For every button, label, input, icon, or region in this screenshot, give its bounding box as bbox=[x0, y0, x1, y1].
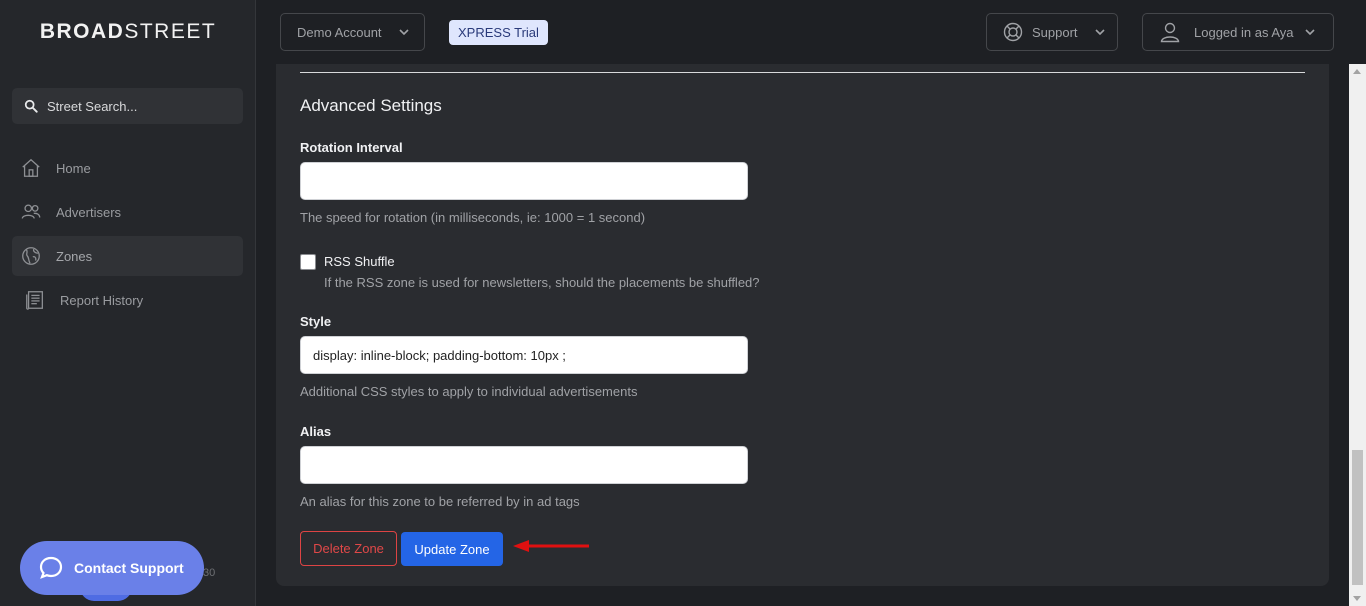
search-placeholder: Street Search... bbox=[47, 98, 138, 114]
sidebar-item-label: Advertisers bbox=[56, 204, 122, 220]
chat-bubble-icon bbox=[39, 556, 63, 579]
sidebar-item-label: Home bbox=[56, 160, 91, 176]
rotation-interval-help: The speed for rotation (in milliseconds,… bbox=[300, 210, 646, 225]
sidebar-item-home[interactable]: Home bbox=[12, 148, 243, 188]
rss-shuffle-checkbox[interactable] bbox=[300, 254, 316, 270]
globe-icon bbox=[22, 247, 40, 265]
search-icon bbox=[24, 99, 38, 113]
street-search[interactable]: Street Search... bbox=[12, 88, 243, 124]
user-dropdown[interactable]: Logged in as Aya bbox=[1142, 13, 1334, 51]
xpress-trial-badge[interactable]: XPRESS Trial bbox=[449, 20, 548, 45]
lifebuoy-icon bbox=[1003, 22, 1023, 42]
section-title: Advanced Settings bbox=[300, 96, 442, 115]
users-icon bbox=[21, 204, 41, 219]
sidebar-item-advertisers[interactable]: Advertisers bbox=[12, 192, 243, 232]
style-input[interactable] bbox=[300, 336, 748, 374]
user-icon bbox=[1160, 22, 1180, 43]
alias-label: Alias bbox=[300, 424, 332, 439]
scroll-thumb[interactable] bbox=[1352, 450, 1363, 585]
support-dropdown[interactable]: Support bbox=[986, 13, 1118, 51]
sidebar-item-label: Report History bbox=[60, 292, 144, 308]
section-divider bbox=[300, 72, 1305, 73]
page-scrollbar[interactable] bbox=[1349, 64, 1366, 606]
annotation-arrow-icon bbox=[513, 540, 589, 552]
zone-settings-card: Advanced Settings Rotation Interval The … bbox=[276, 64, 1329, 586]
rss-shuffle-label[interactable]: RSS Shuffle bbox=[324, 254, 395, 269]
style-help: Additional CSS styles to apply to indivi… bbox=[300, 384, 638, 399]
rotation-interval-input[interactable] bbox=[300, 162, 748, 200]
brand-logo-part1: BROAD bbox=[39, 20, 125, 43]
account-dropdown[interactable]: Demo Account bbox=[280, 13, 425, 51]
chevron-down-icon bbox=[398, 29, 409, 36]
version-text: 30 bbox=[203, 567, 216, 579]
top-header: Demo Account XPRESS Trial Support Logged… bbox=[256, 0, 1366, 64]
home-icon bbox=[22, 158, 40, 177]
brand-logo[interactable]: BROADSTREET bbox=[0, 20, 256, 44]
style-label: Style bbox=[300, 314, 332, 329]
sidebar: BROADSTREET Street Search... Home Advert… bbox=[0, 0, 256, 606]
rss-shuffle-help: If the RSS zone is used for newsletters,… bbox=[324, 275, 760, 290]
scroll-down-arrow-icon[interactable] bbox=[1353, 596, 1361, 601]
sidebar-item-zones[interactable]: Zones bbox=[12, 236, 243, 276]
alias-help: An alias for this zone to be referred by… bbox=[300, 494, 580, 509]
user-label: Logged in as Aya bbox=[1194, 24, 1294, 40]
account-label: Demo Account bbox=[297, 24, 382, 40]
alias-input[interactable] bbox=[300, 446, 748, 484]
scroll-up-arrow-icon[interactable] bbox=[1353, 69, 1361, 74]
contact-support-label: Contact Support bbox=[74, 560, 184, 576]
report-icon bbox=[26, 291, 43, 310]
delete-zone-button[interactable]: Delete Zone bbox=[300, 531, 397, 566]
sidebar-item-label: Zones bbox=[56, 248, 93, 264]
update-zone-button[interactable]: Update Zone bbox=[401, 532, 503, 566]
sidebar-item-report-history[interactable]: Report History bbox=[12, 280, 243, 320]
brand-logo-part2: STREET bbox=[124, 20, 217, 43]
contact-support-button[interactable]: Contact Support bbox=[20, 541, 204, 595]
chevron-down-icon bbox=[1304, 29, 1315, 36]
support-label: Support bbox=[1032, 24, 1078, 40]
chevron-down-icon bbox=[1094, 29, 1105, 36]
rotation-interval-label: Rotation Interval bbox=[300, 140, 403, 155]
